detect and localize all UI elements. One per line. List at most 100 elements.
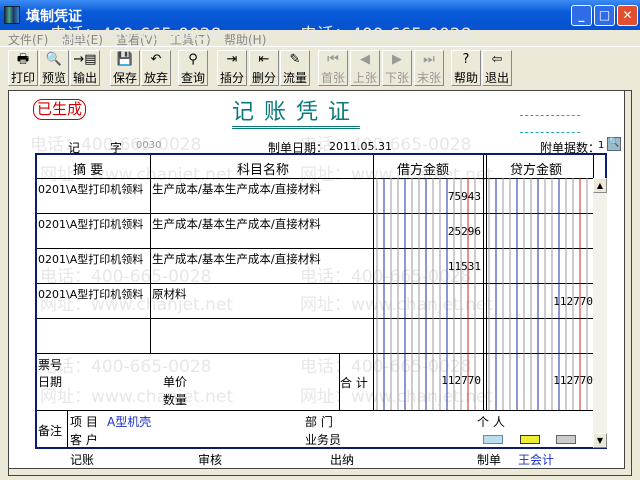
sign-cashier: 出纳 [330,453,355,467]
row-summary[interactable]: 0201\A型打印机领料 [38,286,143,302]
memo-icon[interactable] [483,435,503,444]
header-account: 科目名称 [237,163,290,178]
sign-bookkeeping: 记账 [70,453,95,467]
save-icon: 💾 [116,52,134,67]
toolbar-button-8[interactable]: ✎ 流量 [280,50,310,86]
dept-label: 部 门 [305,415,333,429]
total-debit: 112770 [441,374,481,387]
row-account[interactable]: 生产成本/基本生产成本/直接材料 [152,251,321,267]
help-label: 帮助 [453,71,478,85]
sign-audit: 审核 [198,453,223,467]
row-summary[interactable]: 0201\A型打印机领料 [38,251,143,267]
toolbar-button-2[interactable]: →▤ 输出 [70,50,100,86]
project-label: 项 目 [70,415,98,429]
last-label: 末张 [416,71,441,85]
toolbar-button-4[interactable]: ↶ 放弃 [141,50,171,86]
ticket-label: 票号 [38,358,63,372]
toolbar-button-6[interactable]: ⇥ 插分 [217,50,247,86]
undo-label: 放弃 [143,71,168,85]
undo-icon: ↶ [150,52,162,67]
vertical-scrollbar[interactable]: ▲ ▼ [593,178,607,448]
total-credit: 112770 [553,374,593,387]
table-row[interactable]: 0201\A型打印机领料 生产成本/基本生产成本/直接材料 11531 [37,248,593,283]
cashflow-label: 流量 [282,71,307,85]
voucher-title: 记账凭证 [232,100,361,129]
menu-tools[interactable]: 工具(T) [170,31,211,48]
prev-label: 上张 [352,71,377,85]
toolbar-button-10: ◀ 上张 [350,50,380,86]
person-label: 个 人 [477,415,505,429]
scroll-up-button[interactable]: ▲ [593,178,607,193]
delete-row-icon: ⇤ [258,52,270,67]
minimize-button[interactable]: _ [571,5,592,26]
grid-line [37,410,593,411]
close-button[interactable]: ✕ [617,5,638,26]
last-icon: ⏭ [423,52,435,67]
first-label: 首张 [320,71,345,85]
voucher-date[interactable]: 2011.05.31 [329,140,392,153]
maximize-button[interactable]: □ [594,5,615,26]
row-credit[interactable]: 112770 [486,295,593,308]
row-summary[interactable]: 0201\A型打印机领料 [38,216,143,232]
toolbar: 🖶 打印 🔍 预览 →▤ 输出 💾 保存 ↶ 放弃 ⚲ 查询 ⇥ 插分 ⇤ 删分 ✎ 流量 ⏮ 首张 ◀ 上张 ▶ 下张 ⏭ 末张… [0,49,640,87]
toolbar-button-13[interactable]: ? 帮助 [451,50,481,86]
search-icon[interactable]: 🔍 [607,137,621,151]
toolbar-button-14[interactable]: ⇦ 退出 [482,50,512,86]
app-icon [4,6,20,24]
first-icon: ⏮ [327,52,339,67]
binoculars-label: 查询 [180,71,205,85]
voucher-table: 摘 要科目名称 借方金额 贷方金额 0201\A型打印机领料 生产成本/基本生产成本/直… [35,153,607,449]
attach-count[interactable]: 1 [598,140,604,151]
menu-view[interactable]: 查看(V) [116,31,158,48]
table-row[interactable]: 0201\A型打印机领料 原材料 112770 [37,283,593,318]
toolbar-button-1[interactable]: 🔍 预览 [39,50,69,86]
printer-icon: 🖶 [16,52,30,67]
menu-file[interactable]: 文件(F) [8,31,48,48]
row-account[interactable]: 生产成本/基本生产成本/直接材料 [152,181,321,197]
scroll-down-button[interactable]: ▼ [593,433,607,448]
sign-maker: 王会计 [518,453,555,467]
quantity-label: 数量 [163,393,188,407]
title-bar: 填制凭证 _ □ ✕ [0,0,640,30]
row-account[interactable]: 原材料 [152,286,187,302]
insert-row-label: 插分 [219,71,244,85]
voucher-number[interactable]: 0030 [136,140,161,151]
row-account[interactable]: 生产成本/基本生产成本/直接材料 [152,216,321,232]
save-label: 保存 [112,71,137,85]
header-debit: 借方金额 [397,163,450,178]
toolbar-button-5[interactable]: ⚲ 查询 [178,50,208,86]
pen-icon[interactable] [556,435,576,444]
table-row[interactable] [37,318,593,353]
grid-line [67,410,68,447]
toolbar-button-12: ⏭ 末张 [414,50,444,86]
binoculars-icon: ⚲ [188,52,198,67]
exit-label: 退出 [484,71,509,85]
exit-icon: ⇦ [491,52,503,67]
row-debit[interactable]: 25296 [374,225,481,238]
menu-help[interactable]: 帮助(H) [224,31,266,48]
next-icon: ▶ [392,52,402,67]
preview-label: 预览 [41,71,66,85]
toolbar-button-3[interactable]: 💾 保存 [110,50,140,86]
menu-edit[interactable]: 制单(E) [62,31,103,48]
table-row[interactable]: 0201\A型打印机领料 生产成本/基本生产成本/直接材料 75943 [37,178,593,213]
status-stamp: 已生成 [33,99,87,120]
insert-row-icon: ⇥ [226,52,238,67]
total-label: 合 计 [340,376,368,390]
row-debit[interactable]: 11531 [374,260,481,273]
toolbar-button-9: ⏮ 首张 [318,50,348,86]
table-row[interactable]: 0201\A型打印机领料 生产成本/基本生产成本/直接材料 25296 [37,213,593,248]
next-label: 下张 [384,71,409,85]
export-label: 输出 [72,71,97,85]
toolbar-button-7[interactable]: ⇤ 删分 [249,50,279,86]
toolbar-button-0[interactable]: 🖶 打印 [8,50,38,86]
project-value[interactable]: A型机壳 [107,413,151,430]
unit-price-label: 单价 [163,375,188,389]
delete-row-label: 删分 [251,71,276,85]
row-debit[interactable]: 75943 [374,190,481,203]
remarks-label: 备注 [38,424,63,438]
window-title: 填制凭证 [26,9,82,25]
preview-icon: 🔍 [45,52,63,67]
card-icon[interactable] [520,435,540,444]
row-summary[interactable]: 0201\A型打印机领料 [38,181,143,197]
